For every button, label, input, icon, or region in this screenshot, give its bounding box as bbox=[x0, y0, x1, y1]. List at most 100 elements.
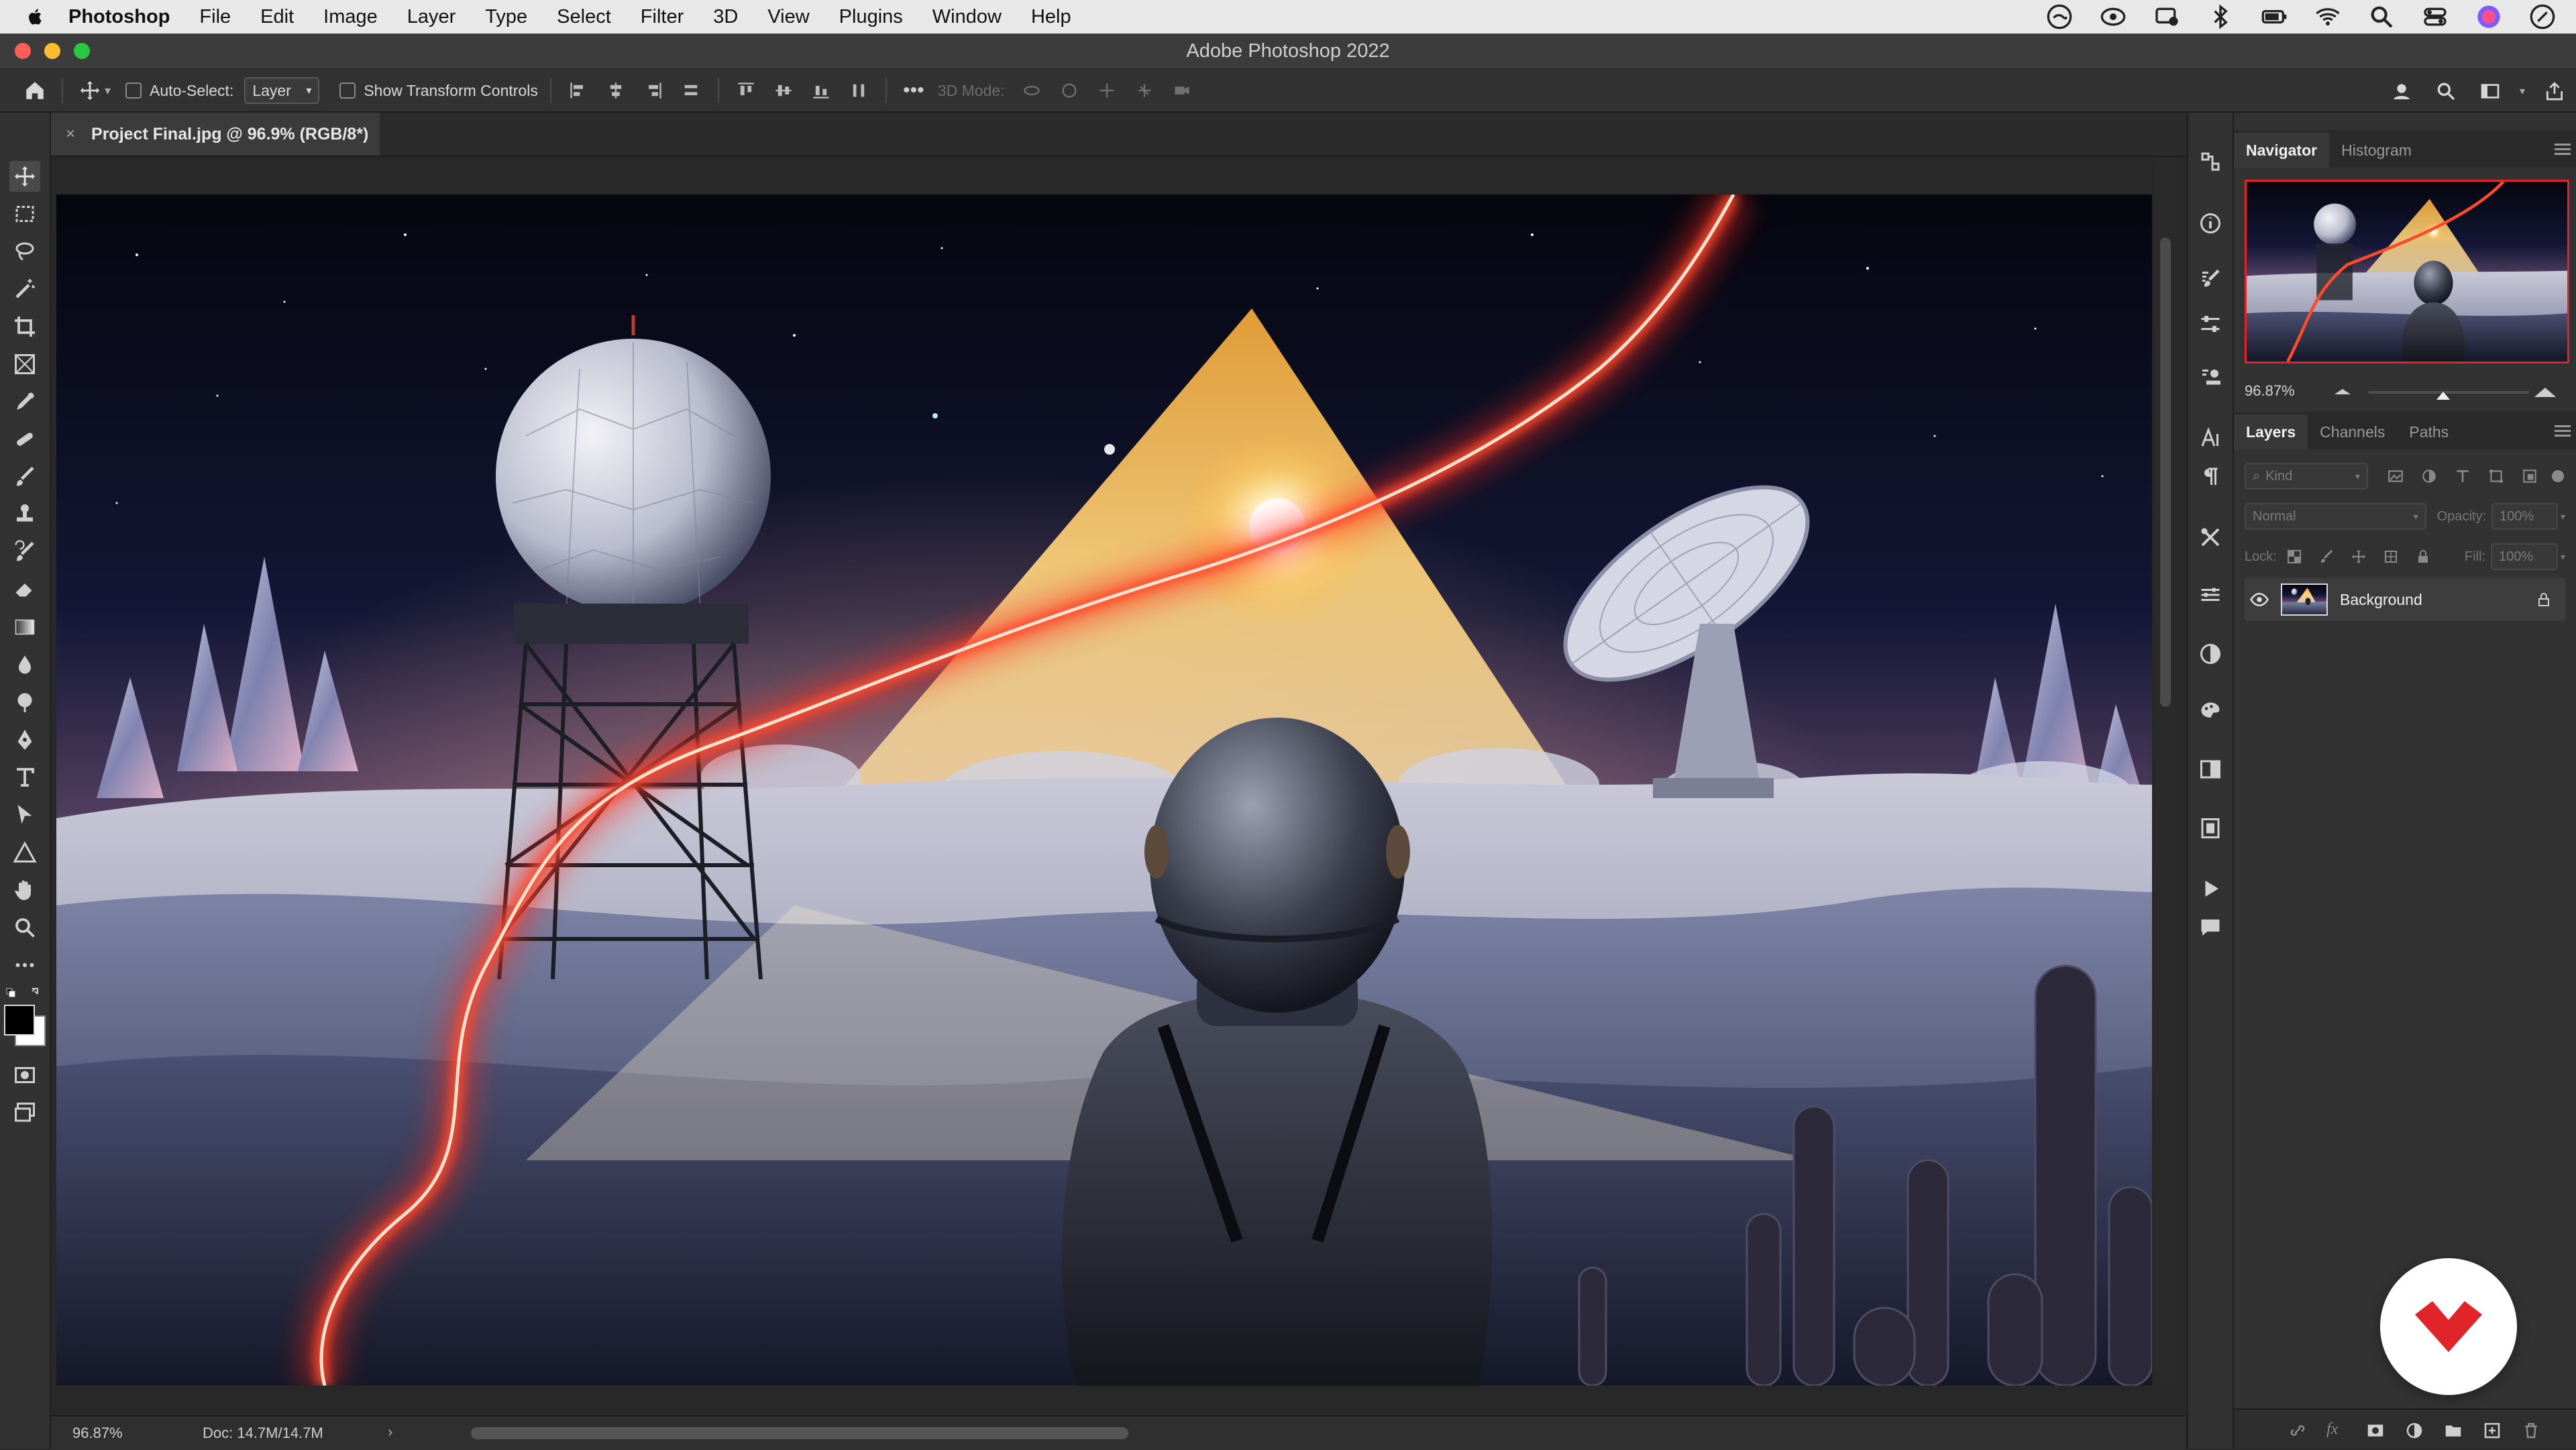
align-top-edges-icon[interactable] bbox=[731, 76, 761, 105]
libraries-panel-icon[interactable] bbox=[2195, 813, 2226, 844]
comments-icon[interactable] bbox=[2195, 912, 2226, 943]
tab-layers[interactable]: Layers bbox=[2234, 414, 2308, 449]
layer-name[interactable]: Background bbox=[2340, 591, 2422, 609]
color-palette-icon[interactable] bbox=[2195, 696, 2226, 727]
add-layer-mask-icon[interactable] bbox=[2365, 1420, 2385, 1441]
distribute-horizontal-icon[interactable] bbox=[844, 76, 873, 105]
more-options-icon[interactable]: ••• bbox=[899, 76, 928, 105]
brush-tool[interactable] bbox=[9, 461, 40, 492]
edit-toolbar-button[interactable] bbox=[9, 950, 40, 981]
character-panel-icon[interactable] bbox=[2195, 423, 2226, 453]
paragraph-panel-icon[interactable] bbox=[2195, 461, 2226, 492]
screen-capture-icon[interactable] bbox=[2153, 3, 2180, 30]
wifi-icon[interactable] bbox=[2314, 3, 2341, 30]
distribute-vertical-icon[interactable] bbox=[676, 76, 706, 105]
adjustments-panel-icon[interactable] bbox=[2195, 638, 2226, 669]
menu-plugins[interactable]: Plugins bbox=[839, 6, 903, 28]
opacity-field[interactable]: 100% bbox=[2491, 503, 2558, 530]
horizontal-scrollbar-thumb[interactable] bbox=[471, 1427, 1128, 1439]
frame-tool[interactable] bbox=[9, 349, 40, 380]
quick-mask-mode-button[interactable] bbox=[9, 1060, 40, 1091]
control-center-icon[interactable] bbox=[2422, 3, 2449, 30]
filter-adjustment-layers-icon[interactable] bbox=[2420, 467, 2438, 485]
foreground-color-swatch[interactable] bbox=[4, 1005, 35, 1036]
chevron-down-icon[interactable]: ▾ bbox=[2561, 511, 2565, 522]
filter-pixel-layers-icon[interactable] bbox=[2387, 467, 2404, 485]
navigator-thumbnail[interactable] bbox=[2245, 180, 2569, 364]
vertical-scrollbar[interactable] bbox=[2155, 157, 2176, 1386]
close-tab-icon[interactable]: × bbox=[66, 125, 75, 144]
menu-file[interactable]: File bbox=[199, 6, 231, 28]
type-tool[interactable] bbox=[9, 762, 40, 793]
filter-toggle-switch[interactable] bbox=[2552, 470, 2564, 482]
scrollbar-thumb[interactable] bbox=[2160, 237, 2171, 707]
layer-filter-kind-dropdown[interactable]: ⌕ Kind ▾ bbox=[2245, 463, 2368, 490]
lock-artboard-icon[interactable] bbox=[2383, 549, 2399, 565]
new-group-folder-icon[interactable] bbox=[2443, 1420, 2463, 1441]
actions-play-icon[interactable] bbox=[2195, 873, 2226, 904]
lock-position-icon[interactable] bbox=[2351, 549, 2367, 565]
history-brush-tool[interactable] bbox=[9, 537, 40, 567]
panel-menu-icon[interactable] bbox=[2555, 423, 2571, 439]
info-icon[interactable] bbox=[2195, 208, 2226, 239]
tab-channels[interactable]: Channels bbox=[2308, 414, 2397, 449]
adjustments-sliders-icon[interactable] bbox=[2195, 309, 2226, 339]
share-for-review-icon[interactable] bbox=[2387, 76, 2416, 106]
chevron-down-icon[interactable]: ▾ bbox=[105, 84, 111, 98]
panel-menu-icon[interactable] bbox=[2555, 141, 2571, 158]
filter-shape-layers-icon[interactable] bbox=[2487, 467, 2505, 485]
filter-smart-objects-icon[interactable] bbox=[2521, 467, 2538, 485]
tab-navigator[interactable]: Navigator bbox=[2234, 133, 2330, 168]
tool-presets-icon[interactable] bbox=[2195, 522, 2226, 553]
fx-layer-style-icon[interactable]: fx bbox=[2326, 1420, 2347, 1441]
align-left-edges-icon[interactable] bbox=[564, 76, 593, 105]
align-bottom-edges-icon[interactable] bbox=[806, 76, 836, 105]
dodge-tool[interactable] bbox=[9, 687, 40, 718]
rectangular-marquee-tool[interactable] bbox=[9, 199, 40, 229]
app-menu-photoshop[interactable]: Photoshop bbox=[68, 6, 170, 28]
eye-visibility-icon[interactable] bbox=[2245, 590, 2274, 610]
screen-mode-button[interactable] bbox=[9, 1097, 40, 1128]
show-transform-controls-checkbox[interactable] bbox=[339, 82, 356, 99]
align-vertical-centers-icon[interactable] bbox=[769, 76, 798, 105]
delete-layer-trash-icon[interactable] bbox=[2521, 1420, 2541, 1441]
lock-image-pixels-icon[interactable] bbox=[2318, 549, 2334, 565]
bluetooth-icon[interactable] bbox=[2207, 3, 2234, 30]
chevron-down-icon[interactable]: ▾ bbox=[2561, 551, 2565, 563]
menu-filter[interactable]: Filter bbox=[641, 6, 684, 28]
gradient-tool[interactable] bbox=[9, 612, 40, 643]
spotlight-search-icon[interactable] bbox=[2368, 3, 2395, 30]
clone-stamp-tool[interactable] bbox=[9, 499, 40, 530]
align-horizontal-centers-icon[interactable] bbox=[601, 76, 631, 105]
navigator-zoom-value[interactable]: 96.87% bbox=[2245, 382, 2295, 400]
eye-extension-icon[interactable] bbox=[2100, 3, 2127, 30]
auto-select-target-dropdown[interactable]: Layer ▾ bbox=[244, 77, 320, 104]
move-tool-preset-picker[interactable] bbox=[75, 76, 105, 105]
gradients-panel-icon[interactable] bbox=[2195, 754, 2226, 785]
menu-select[interactable]: Select bbox=[557, 6, 611, 28]
lock-transparent-pixels-icon[interactable] bbox=[2286, 549, 2302, 565]
hand-tool[interactable] bbox=[9, 875, 40, 905]
menu-image[interactable]: Image bbox=[323, 6, 378, 28]
3d-pan-icon[interactable] bbox=[1092, 76, 1122, 105]
fill-field[interactable]: 100% bbox=[2490, 543, 2558, 570]
3d-roll-icon[interactable] bbox=[1055, 76, 1084, 105]
menu-view[interactable]: View bbox=[767, 6, 809, 28]
menu-3d[interactable]: 3D bbox=[713, 6, 738, 28]
layer-row-background[interactable]: Background bbox=[2245, 578, 2565, 621]
workspace-switcher-icon[interactable] bbox=[2475, 76, 2505, 106]
magic-wand-tool[interactable] bbox=[9, 274, 40, 304]
history-panel-icon[interactable] bbox=[2195, 146, 2226, 177]
share-icon[interactable] bbox=[2540, 76, 2569, 106]
menu-type[interactable]: Type bbox=[485, 6, 527, 28]
navigator-zoom-slider[interactable] bbox=[2328, 382, 2556, 402]
battery-icon[interactable] bbox=[2261, 3, 2288, 30]
blend-mode-dropdown[interactable]: Normal ▾ bbox=[2245, 503, 2426, 530]
crop-tool[interactable] bbox=[9, 311, 40, 342]
eraser-tool[interactable] bbox=[9, 574, 40, 605]
properties-panel-icon[interactable] bbox=[2195, 579, 2226, 610]
clone-source-icon[interactable] bbox=[2195, 362, 2226, 393]
search-icon[interactable] bbox=[2431, 76, 2461, 106]
menu-edit[interactable]: Edit bbox=[260, 6, 294, 28]
lock-all-icon[interactable] bbox=[2415, 549, 2431, 565]
